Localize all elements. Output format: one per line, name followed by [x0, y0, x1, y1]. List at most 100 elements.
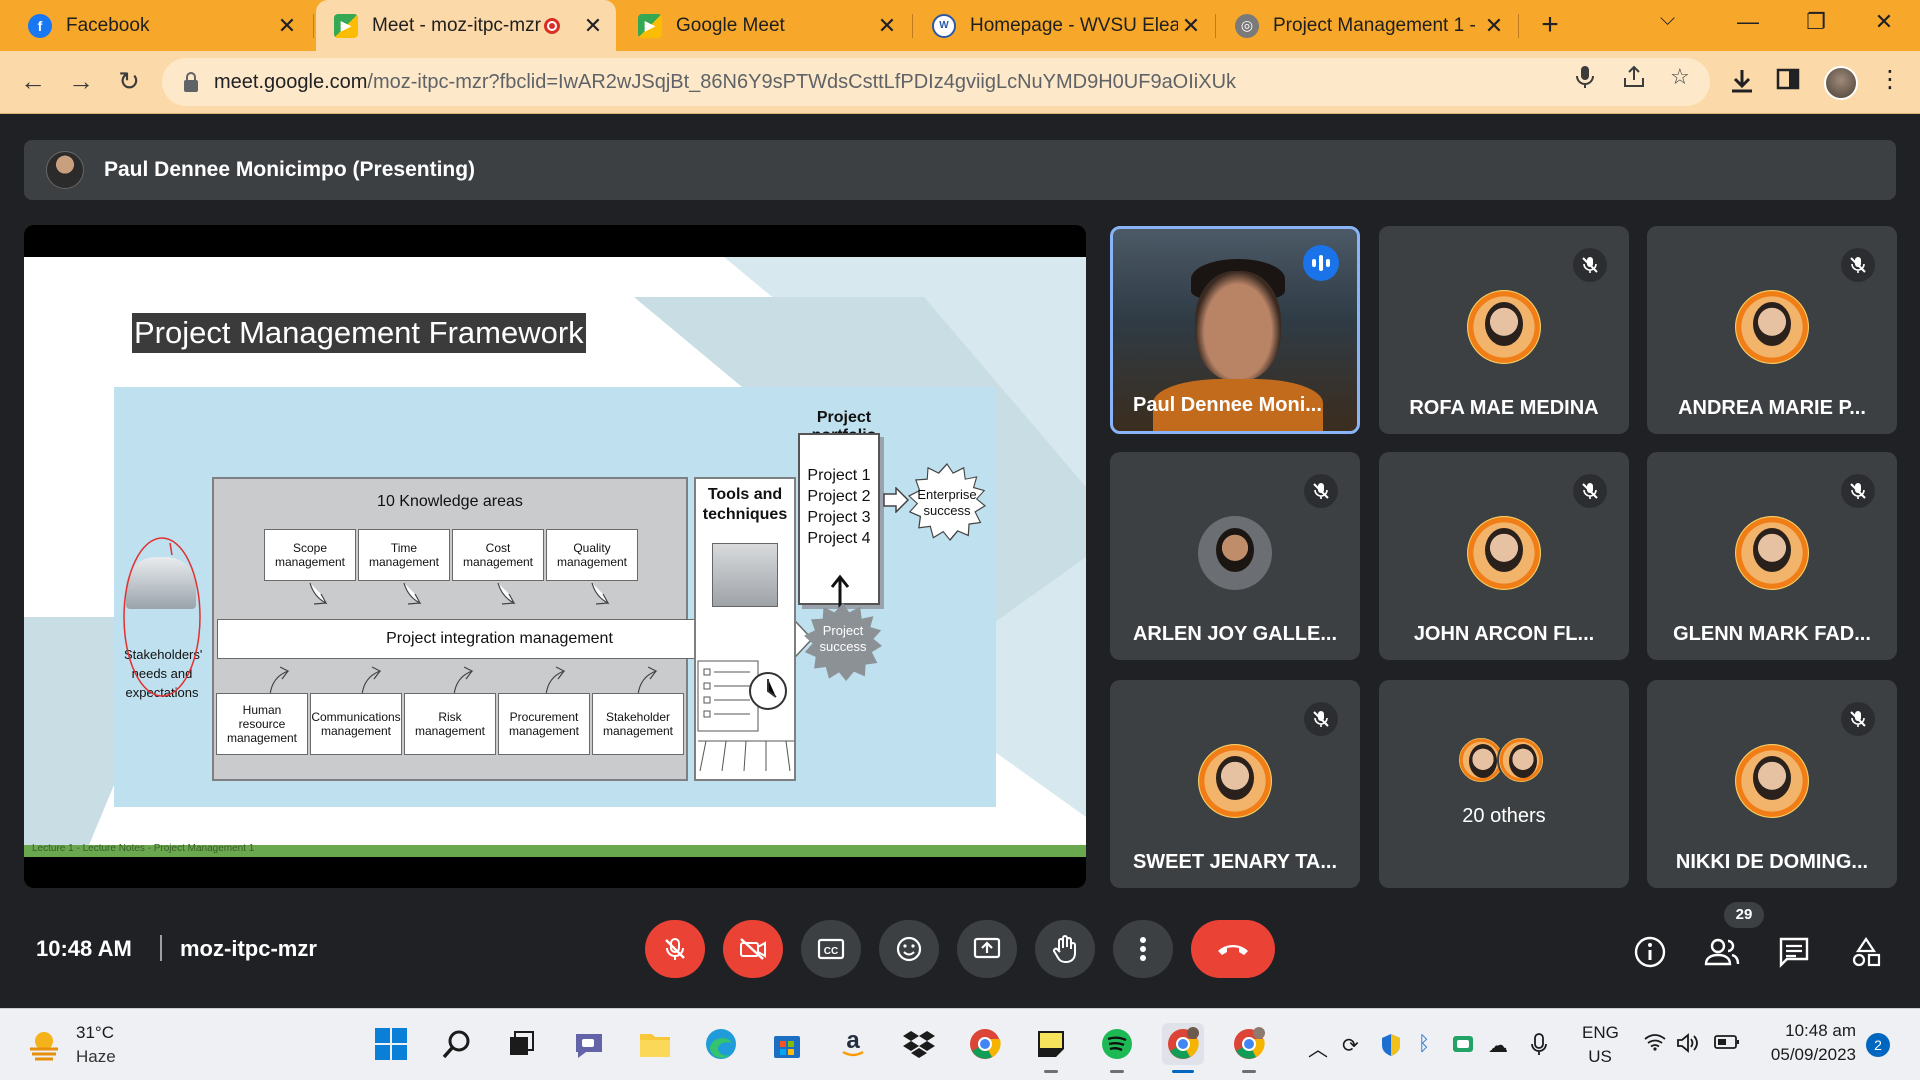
- chrome-button[interactable]: [964, 1023, 1006, 1065]
- tab-facebook[interactable]: f Facebook ✕: [10, 0, 310, 51]
- participant-tile-presenter[interactable]: Paul Dennee Moni...: [1110, 226, 1360, 434]
- participant-tile[interactable]: ARLEN JOY GALLE...: [1110, 452, 1360, 660]
- participant-tile[interactable]: GLENN MARK FAD...: [1647, 452, 1897, 660]
- knowledge-areas-header: 10 Knowledge areas: [377, 493, 523, 510]
- chat-button[interactable]: [1774, 932, 1814, 972]
- sync-icon[interactable]: ⟳: [1342, 1033, 1359, 1058]
- chrome-profile-2-button[interactable]: [1228, 1023, 1270, 1073]
- clock-area[interactable]: 10:48 am 05/09/2023: [1756, 1021, 1856, 1065]
- mic-off-icon: [1841, 474, 1875, 508]
- camera-toggle-button[interactable]: [723, 920, 783, 978]
- participant-tile[interactable]: ROFA MAE MEDINA: [1379, 226, 1629, 434]
- close-tab-icon[interactable]: ✕: [274, 13, 300, 39]
- tab-google-meet[interactable]: ▶ Google Meet ✕: [620, 0, 910, 51]
- project-success-label: Project success: [819, 623, 867, 654]
- mic-toggle-button[interactable]: [645, 920, 705, 978]
- minimize-button[interactable]: —: [1718, 0, 1778, 44]
- svg-text:a: a: [846, 1028, 860, 1054]
- share-icon[interactable]: [1621, 64, 1647, 96]
- participant-tile[interactable]: SWEET JENARY TA...: [1110, 680, 1360, 888]
- participant-tile[interactable]: NIKKI DE DOMING...: [1647, 680, 1897, 888]
- tab-divider: [1518, 14, 1519, 38]
- present-now-button[interactable]: [957, 920, 1017, 978]
- weather-haze-icon[interactable]: [26, 1027, 62, 1063]
- more-options-button[interactable]: [1113, 920, 1173, 978]
- back-button[interactable]: ←: [14, 63, 52, 101]
- tab-title: Meet - moz-itpc-mzr: [372, 14, 541, 36]
- download-icon[interactable]: [1728, 67, 1756, 102]
- side-panel-icon[interactable]: [1776, 67, 1800, 98]
- start-button[interactable]: [370, 1023, 412, 1065]
- chrome-icon: [1234, 1027, 1265, 1059]
- knowledge-area-stakeholder: Stakeholder management: [592, 693, 684, 755]
- url-path: /moz-itpc-mzr?fbclid=IwAR2wJSqjBt_86N6Y9…: [367, 70, 1237, 93]
- reactions-button[interactable]: [879, 920, 939, 978]
- participant-tile[interactable]: ANDREA MARIE P...: [1647, 226, 1897, 434]
- others-tile[interactable]: 20 others: [1379, 680, 1629, 888]
- captions-button[interactable]: CC: [801, 920, 861, 978]
- profile-avatar[interactable]: [1824, 66, 1858, 100]
- forward-button[interactable]: →: [62, 63, 100, 101]
- weather-temperature: 31°C: [76, 1023, 114, 1042]
- sticky-notes-button[interactable]: [1030, 1023, 1072, 1073]
- defender-shield-icon[interactable]: [1380, 1033, 1402, 1063]
- menu-kebab-icon[interactable]: ⋮: [1878, 65, 1902, 94]
- tab-divider: [1215, 14, 1216, 38]
- volume-icon[interactable]: [1676, 1033, 1700, 1059]
- search-button[interactable]: [436, 1023, 478, 1065]
- close-tab-icon[interactable]: ✕: [874, 13, 900, 39]
- participant-name: ROFA MAE MEDINA: [1409, 397, 1599, 419]
- notification-count-badge[interactable]: 2: [1866, 1033, 1890, 1057]
- wifi-icon[interactable]: [1644, 1033, 1666, 1057]
- meeting-details-button[interactable]: [1630, 932, 1670, 972]
- spotify-button[interactable]: [1096, 1023, 1138, 1073]
- close-tab-icon[interactable]: ✕: [580, 13, 606, 39]
- restore-button[interactable]: ❐: [1786, 0, 1846, 44]
- dropbox-button[interactable]: [898, 1023, 940, 1065]
- leave-call-button[interactable]: [1191, 920, 1275, 978]
- new-tab-button[interactable]: +: [1532, 8, 1568, 44]
- bluetooth-icon[interactable]: ᛒ: [1418, 1033, 1430, 1056]
- google-meet-icon: ▶: [638, 13, 662, 38]
- file-explorer-button[interactable]: [634, 1023, 676, 1065]
- edge-button[interactable]: [700, 1023, 742, 1065]
- portfolio-project-3: Project 3: [807, 509, 871, 526]
- microphone-icon[interactable]: [1574, 64, 1596, 96]
- bookmark-star-icon[interactable]: ☆: [1670, 64, 1690, 90]
- store-button[interactable]: [766, 1023, 808, 1065]
- system-time: 10:48 am: [1785, 1021, 1856, 1040]
- close-tab-icon[interactable]: ✕: [1481, 13, 1507, 39]
- end-call-icon: [1218, 945, 1248, 955]
- onedrive-cloud-icon[interactable]: ☁: [1488, 1033, 1508, 1058]
- teams-chat-button[interactable]: [568, 1023, 610, 1065]
- weather-description: Haze: [76, 1047, 116, 1066]
- tab-project-management[interactable]: ◎ Project Management 1 - / ✕: [1217, 0, 1517, 51]
- battery-icon[interactable]: [1714, 1033, 1740, 1056]
- slide-title: Project Management Framework: [132, 313, 586, 353]
- tab-wvsu-elearn[interactable]: W Homepage - WVSU Elearn ✕: [914, 0, 1214, 51]
- knowledge-area-human-resource: Human resource management: [216, 693, 308, 755]
- tab-meet-active[interactable]: ▶ Meet - moz-itpc-mzr ✕: [316, 0, 616, 51]
- close-window-button[interactable]: ✕: [1854, 0, 1914, 44]
- activities-button[interactable]: [1846, 932, 1886, 972]
- show-hidden-icons-chevron-icon[interactable]: ︿: [1308, 1033, 1328, 1062]
- microphone-tray-icon[interactable]: [1530, 1033, 1548, 1063]
- address-bar[interactable]: meet.google.com/moz-itpc-mzr?fbclid=IwAR…: [162, 58, 1710, 106]
- chrome-profile-1-button[interactable]: [1162, 1023, 1204, 1073]
- phone-link-icon[interactable]: [1452, 1033, 1474, 1061]
- participant-tile[interactable]: JOHN ARCON FL...: [1379, 452, 1629, 660]
- tab-title: Google Meet: [676, 14, 785, 36]
- edge-icon: [706, 1029, 736, 1059]
- browser-toolbar: ← → ↻ meet.google.com/moz-itpc-mzr?fbcli…: [0, 51, 1920, 114]
- input-language[interactable]: ENG US: [1582, 1023, 1619, 1067]
- amazon-button[interactable]: a: [832, 1023, 874, 1065]
- reload-button[interactable]: ↻: [110, 63, 148, 101]
- tab-search-chevron-icon[interactable]: ⌵: [1660, 8, 1675, 31]
- lock-icon[interactable]: [184, 72, 198, 92]
- close-tab-icon[interactable]: ✕: [1178, 13, 1204, 39]
- task-view-button[interactable]: [500, 1023, 542, 1065]
- enterprise-success-label: Enterprise success: [917, 487, 977, 518]
- people-button[interactable]: [1702, 932, 1742, 972]
- wvsu-icon: W: [932, 13, 956, 38]
- raise-hand-button[interactable]: [1035, 920, 1095, 978]
